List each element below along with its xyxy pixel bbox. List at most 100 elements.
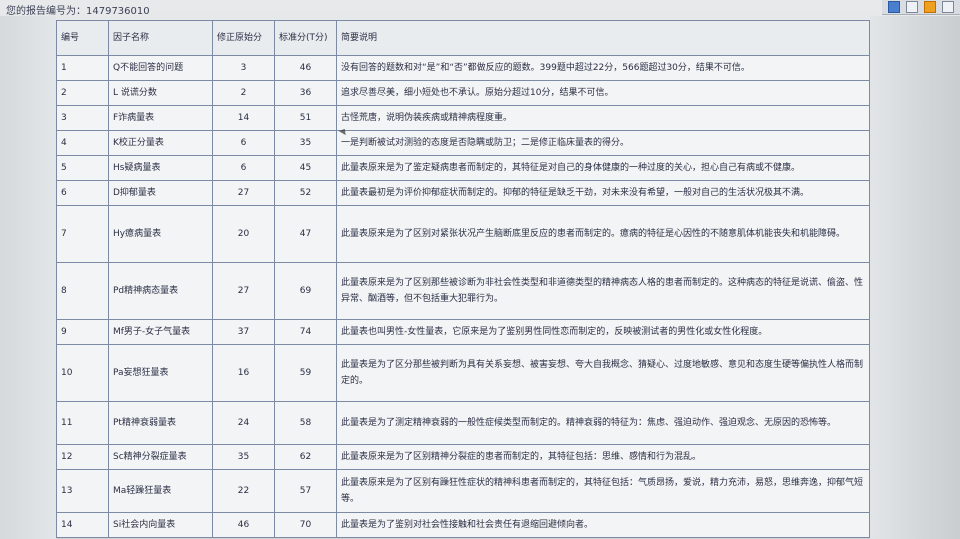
cell-raw: 24 — [212, 401, 275, 445]
table-row: 12 Sc精神分裂症量表 35 62 此量表原来是为了区别精神分裂症的患者而制定… — [56, 444, 870, 470]
cell-raw: 35 — [212, 444, 275, 470]
report-id-label: 您的报告编号为：1479736010 — [6, 6, 150, 17]
table-row: 13 Ma轻躁狂量表 22 57 此量表原来是为了区别有躁狂性症状的精神科患者而… — [56, 469, 870, 513]
column-header-desc: 简要说明 — [336, 20, 870, 56]
cell-id: 9 — [56, 319, 109, 345]
cell-t: 45 — [274, 155, 337, 181]
cell-raw: 14 — [212, 105, 275, 131]
table-row: 5 Hs疑病量表 6 45 此量表原来是为了鉴定疑病患者而制定的，其特征是对自己… — [56, 155, 870, 181]
cell-desc: 此量表原来是为了区别对紧张状况产生脑断底里反应的患者而制定的。癔病的特征是心因性… — [336, 205, 870, 263]
cell-raw: 27 — [212, 262, 275, 320]
cell-name: K校正分量表 — [108, 130, 213, 156]
cell-name: Pa妄想狂量表 — [108, 344, 213, 402]
cell-desc: 此量表也叫男性-女性量表，它原来是为了鉴别男性同性恋而制定的，反映被测试者的男性… — [336, 319, 870, 345]
column-header-name: 因子名称 — [108, 20, 213, 56]
cell-name: F诈病量表 — [108, 105, 213, 131]
cell-desc: 一是判断被试对测验的态度是否隐瞒或防卫；二是修正临床量表的得分。 — [336, 130, 870, 156]
cell-t: 58 — [274, 401, 337, 445]
cell-name: Q不能回答的问题 — [108, 55, 213, 81]
table-row: 11 Pt精神衰弱量表 24 58 此量表是为了测定精神衰弱的一般性症候类型而制… — [56, 401, 870, 445]
cell-desc: 追求尽善尽美，细小短处也不承认。原始分超过10分，结果不可信。 — [336, 80, 870, 106]
cell-name: Ma轻躁狂量表 — [108, 469, 213, 513]
cell-id: 3 — [56, 105, 109, 131]
cell-desc: 此量表原来是为了鉴定疑病患者而制定的，其特征是对自己的身体健康的一种过度的关心，… — [336, 155, 870, 181]
cell-desc: 此量表是为了测定精神衰弱的一般性症候类型而制定的。精神衰弱的特征为：焦虑、强迫动… — [336, 401, 870, 445]
cell-desc: 此量表原来是为了区别有躁狂性症状的精神科患者而制定的，其特征包括：气质昂扬，爱说… — [336, 469, 870, 513]
page-icon[interactable] — [888, 1, 900, 13]
tools-icon[interactable] — [906, 1, 918, 13]
cell-t: 35 — [274, 130, 337, 156]
cell-t: 62 — [274, 444, 337, 470]
table-row: 8 Pd精神病态量表 27 69 此量表原来是为了区别那些被诊断为非社会性类型和… — [56, 262, 870, 320]
cell-raw: 6 — [212, 155, 275, 181]
cell-t: 46 — [274, 55, 337, 81]
cell-desc: 此量表是为了鉴别对社会性接触和社会责任有退缩回避倾向者。 — [336, 512, 870, 538]
cell-name: Pt精神衰弱量表 — [108, 401, 213, 445]
window-icon[interactable] — [942, 1, 954, 13]
table-row: 10 Pa妄想狂量表 16 59 此量表是为了区分那些被判断为具有关系妄想、被害… — [56, 344, 870, 402]
table-row: 2 L 说谎分数 2 36 追求尽善尽美，细小短处也不承认。原始分超过10分，结… — [56, 80, 870, 106]
cell-desc: 此量表最初是为评价抑郁症状而制定的。抑郁的特征是缺乏干劲，对未来没有希望，一般对… — [336, 180, 870, 206]
cell-raw: 46 — [212, 512, 275, 538]
table-row: 14 Si社会内向量表 46 70 此量表是为了鉴别对社会性接触和社会责任有退缩… — [56, 512, 870, 538]
cell-raw: 3 — [212, 55, 275, 81]
table-row: 6 D抑郁量表 27 52 此量表最初是为评价抑郁症状而制定的。抑郁的特征是缺乏… — [56, 180, 870, 206]
cell-raw: 37 — [212, 319, 275, 345]
cell-desc: 此量表原来是为了区别精神分裂症的患者而制定的，其特征包括：思维、感情和行为混乱。 — [336, 444, 870, 470]
cell-t: 52 — [274, 180, 337, 206]
table-row: 1 Q不能回答的问题 3 46 没有回答的题数和对“是”和“否”都做反应的题数。… — [56, 55, 870, 81]
cell-desc: 没有回答的题数和对“是”和“否”都做反应的题数。399题中超过22分，566题超… — [336, 55, 870, 81]
cell-name: Hs疑病量表 — [108, 155, 213, 181]
table-row: 9 Mf男子-女子气量表 37 74 此量表也叫男性-女性量表，它原来是为了鉴别… — [56, 319, 870, 345]
table-row: 4 K校正分量表 6 35 一是判断被试对测验的态度是否隐瞒或防卫；二是修正临床… — [56, 130, 870, 156]
cell-t: 36 — [274, 80, 337, 106]
warning-icon[interactable] — [924, 1, 936, 13]
report-table: 编号 因子名称 修正原始分 标准分(T分) 简要说明 1 Q不能回答的问题 3 … — [56, 20, 870, 538]
cell-id: 14 — [56, 512, 109, 538]
cell-name: Pd精神病态量表 — [108, 262, 213, 320]
report-table-container: 编号 因子名称 修正原始分 标准分(T分) 简要说明 1 Q不能回答的问题 3 … — [56, 20, 870, 539]
left-margin — [0, 16, 56, 539]
column-header-raw: 修正原始分 — [212, 20, 275, 56]
right-margin — [870, 16, 960, 539]
cell-id: 1 — [56, 55, 109, 81]
cell-id: 11 — [56, 401, 109, 445]
cell-t: 70 — [274, 512, 337, 538]
column-header-t: 标准分(T分) — [274, 20, 337, 56]
cell-desc: 古怪荒唐，说明伪装疾病或精神病程度重。 — [336, 105, 870, 131]
cell-id: 12 — [56, 444, 109, 470]
cell-id: 5 — [56, 155, 109, 181]
table-row: 3 F诈病量表 14 51 古怪荒唐，说明伪装疾病或精神病程度重。 — [56, 105, 870, 131]
cell-name: Hy癔病量表 — [108, 205, 213, 263]
cell-id: 8 — [56, 262, 109, 320]
table-row: 7 Hy癔病量表 20 47 此量表原来是为了区别对紧张状况产生脑断底里反应的患… — [56, 205, 870, 263]
cell-raw: 22 — [212, 469, 275, 513]
column-header-id: 编号 — [56, 20, 109, 56]
cell-id: 13 — [56, 469, 109, 513]
cell-raw: 2 — [212, 80, 275, 106]
table-header-row: 编号 因子名称 修正原始分 标准分(T分) 简要说明 — [56, 20, 870, 56]
page: 您的报告编号为：1479736010 编号 因子名称 修正原始分 标准分(T分)… — [0, 0, 960, 539]
cell-t: 47 — [274, 205, 337, 263]
cell-t: 57 — [274, 469, 337, 513]
cell-id: 10 — [56, 344, 109, 402]
cell-name: D抑郁量表 — [108, 180, 213, 206]
cell-t: 51 — [274, 105, 337, 131]
cell-t: 69 — [274, 262, 337, 320]
cell-desc: 此量表原来是为了区别那些被诊断为非社会性类型和非道德类型的精神病态人格的患者而制… — [336, 262, 870, 320]
cell-raw: 6 — [212, 130, 275, 156]
cell-id: 4 — [56, 130, 109, 156]
cell-id: 6 — [56, 180, 109, 206]
cell-name: Mf男子-女子气量表 — [108, 319, 213, 345]
cell-id: 2 — [56, 80, 109, 106]
cell-name: L 说谎分数 — [108, 80, 213, 106]
cell-name: Sc精神分裂症量表 — [108, 444, 213, 470]
cell-raw: 20 — [212, 205, 275, 263]
cell-t: 59 — [274, 344, 337, 402]
cell-desc: 此量表是为了区分那些被判断为具有关系妄想、被害妄想、夸大自我概念、猜疑心、过度地… — [336, 344, 870, 402]
browser-toolbar — [882, 0, 960, 15]
cell-name: Si社会内向量表 — [108, 512, 213, 538]
cell-raw: 16 — [212, 344, 275, 402]
cell-id: 7 — [56, 205, 109, 263]
cell-t: 74 — [274, 319, 337, 345]
